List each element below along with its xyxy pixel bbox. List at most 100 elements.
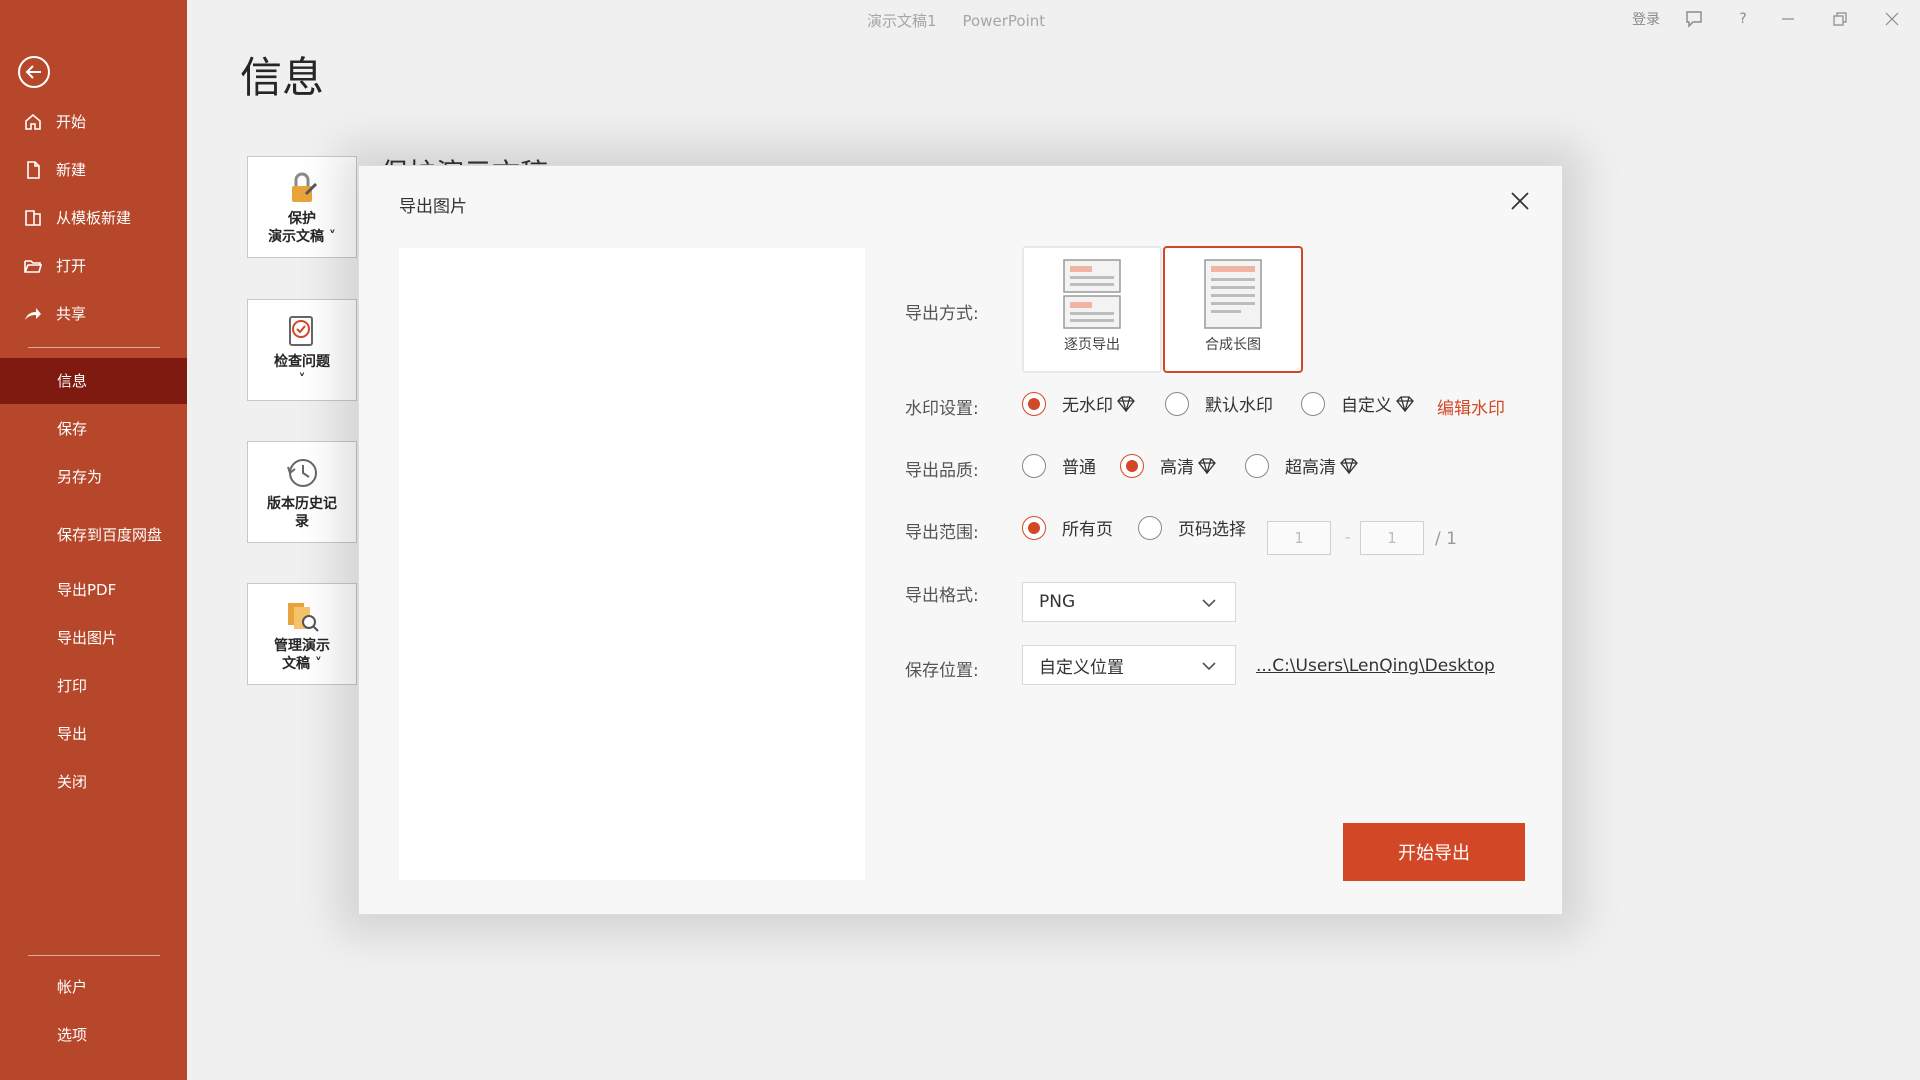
inspect-icon [289, 316, 313, 346]
sidebar-item-label: 保存 [57, 420, 88, 438]
sidebar-item-open[interactable]: 打开 [0, 243, 187, 289]
export-mode-per-page[interactable]: 逐页导出 [1022, 246, 1162, 373]
sidebar-item-label: 信息 [57, 372, 88, 390]
help-icon[interactable]: ? [1736, 8, 1750, 30]
sidebar-divider [28, 955, 160, 956]
radio-button[interactable] [1138, 515, 1162, 540]
sidebar-item-info[interactable]: 信息 [0, 358, 187, 404]
quality-option-hd[interactable]: 高清 [1120, 453, 1216, 478]
sidebar-item-export[interactable]: 导出 [0, 711, 187, 757]
watermark-option-default[interactable]: 默认水印 [1165, 391, 1273, 416]
restore-icon[interactable] [1831, 8, 1849, 30]
radio-button[interactable] [1022, 515, 1046, 540]
watermark-option-none[interactable]: 无水印 [1022, 391, 1135, 416]
page-total: / 1 [1435, 529, 1457, 549]
template-icon [22, 207, 44, 229]
manage-document-icon [288, 603, 319, 632]
sidebar-item-print[interactable]: 打印 [0, 663, 187, 709]
export-mode-long-image[interactable]: 合成长图 [1163, 246, 1303, 373]
sidebar-item-home[interactable]: 开始 [0, 99, 187, 145]
edit-watermark-link[interactable]: 编辑水印 [1437, 394, 1505, 419]
minimize-icon[interactable] [1779, 8, 1797, 30]
start-export-button[interactable]: 开始导出 [1343, 823, 1525, 881]
option-label: 页码选择 [1178, 520, 1246, 540]
radio-button[interactable] [1245, 453, 1269, 478]
per-page-icon [1063, 259, 1121, 329]
mode-label: 逐页导出 [1064, 337, 1120, 353]
watermark-option-custom[interactable]: 自定义 [1301, 391, 1414, 416]
save-path-link[interactable]: ...C:\Users\LenQing\Desktop [1256, 656, 1495, 676]
card-label-line1: 管理演示 [274, 638, 330, 654]
sidebar-item-from-template[interactable]: 从模板新建 [0, 195, 187, 241]
export-image-dialog: 导出图片 导出方式: 逐页导出 合成长图 水印设置: 无水印 默认水印 自定义 … [358, 165, 1563, 915]
save-location-value: 自定义位置 [1039, 657, 1124, 678]
export-mode-label: 导出方式: [905, 304, 979, 324]
close-window-icon[interactable] [1883, 8, 1901, 30]
login-button[interactable]: 登录 [1632, 8, 1660, 30]
sidebar-item-label: 从模板新建 [56, 209, 132, 227]
sidebar-item-label: 共享 [56, 305, 87, 323]
version-history-button[interactable]: 版本历史记 录 [247, 441, 357, 543]
sidebar-item-label: 导出图片 [57, 629, 118, 647]
card-label-line2: 文稿 ˅ [282, 656, 322, 672]
sidebar-divider [28, 347, 160, 348]
diamond-icon [1340, 457, 1358, 474]
save-location-label: 保存位置: [905, 661, 979, 681]
sidebar-item-account[interactable]: 帐户 [0, 964, 187, 1010]
app-name: PowerPoint [962, 12, 1046, 30]
back-arrow-icon[interactable] [18, 56, 50, 88]
radio-button[interactable] [1120, 453, 1144, 478]
window-title: 演示文稿1 PowerPoint [867, 10, 1071, 31]
title-bar: 演示文稿1 PowerPoint 登录 ? [187, 0, 1920, 38]
sidebar-item-save-to-baidu[interactable]: 保存到百度网盘 [0, 510, 187, 560]
sidebar-item-export-image[interactable]: 导出图片 [0, 615, 187, 661]
share-icon [22, 303, 44, 325]
sidebar-item-export-pdf[interactable]: 导出PDF [0, 567, 187, 613]
sidebar-item-save[interactable]: 保存 [0, 406, 187, 452]
option-label: 所有页 [1062, 520, 1113, 540]
long-image-icon [1204, 259, 1262, 329]
option-label: 无水印 [1062, 396, 1113, 416]
sidebar-item-label: 保存到百度网盘 [57, 526, 163, 544]
sidebar-item-label: 新建 [56, 161, 87, 179]
sidebar-item-share[interactable]: 共享 [0, 291, 187, 337]
option-label: 高清 [1160, 458, 1194, 478]
quality-option-ultra-hd[interactable]: 超高清 [1245, 453, 1358, 478]
range-option-pages[interactable]: 页码选择 [1138, 515, 1246, 540]
quality-option-normal[interactable]: 普通 [1022, 453, 1096, 478]
option-label: 自定义 [1341, 396, 1392, 416]
option-label: 超高清 [1285, 458, 1336, 478]
sidebar-item-label: 帐户 [57, 978, 88, 996]
watermark-label: 水印设置: [905, 399, 979, 419]
chevron-down-icon [1202, 662, 1216, 671]
range-option-all[interactable]: 所有页 [1022, 515, 1113, 540]
radio-button[interactable] [1022, 453, 1046, 478]
card-label-line2: ˅ [298, 372, 306, 388]
page-from-input[interactable]: 1 [1267, 521, 1331, 555]
sidebar-item-save-as[interactable]: 另存为 [0, 454, 187, 500]
radio-button[interactable] [1165, 391, 1189, 416]
format-select[interactable]: PNG [1022, 582, 1236, 622]
dialog-title: 导出图片 [399, 197, 467, 217]
check-issues-button[interactable]: 检查问题 ˅ [247, 299, 357, 401]
radio-button[interactable] [1301, 391, 1325, 416]
radio-button[interactable] [1022, 391, 1046, 416]
protect-presentation-button[interactable]: 保护 演示文稿 ˅ [247, 156, 357, 258]
close-icon[interactable] [1509, 190, 1531, 212]
sidebar-item-label: 打印 [57, 677, 88, 695]
sidebar-item-options[interactable]: 选项 [0, 1012, 187, 1058]
option-label: 默认水印 [1205, 396, 1273, 416]
comment-icon[interactable] [1683, 8, 1705, 30]
page-to-input[interactable]: 1 [1360, 521, 1424, 555]
sidebar-item-close[interactable]: 关闭 [0, 759, 187, 805]
sidebar-item-label: 导出PDF [57, 581, 117, 599]
backstage-sidebar: 开始 新建 从模板新建 打开 共享 信息 保存 另存为 保存到百度网盘 导出PD… [0, 0, 187, 1080]
save-location-select[interactable]: 自定义位置 [1022, 645, 1236, 685]
sidebar-item-new[interactable]: 新建 [0, 147, 187, 193]
lock-icon [292, 172, 318, 202]
card-label-line1: 检查问题 [274, 354, 330, 370]
sidebar-item-label: 导出 [57, 725, 88, 743]
manage-presentation-button[interactable]: 管理演示 文稿 ˅ [247, 583, 357, 685]
card-label-line2: 录 [295, 514, 309, 530]
sidebar-item-label: 打开 [56, 257, 87, 275]
